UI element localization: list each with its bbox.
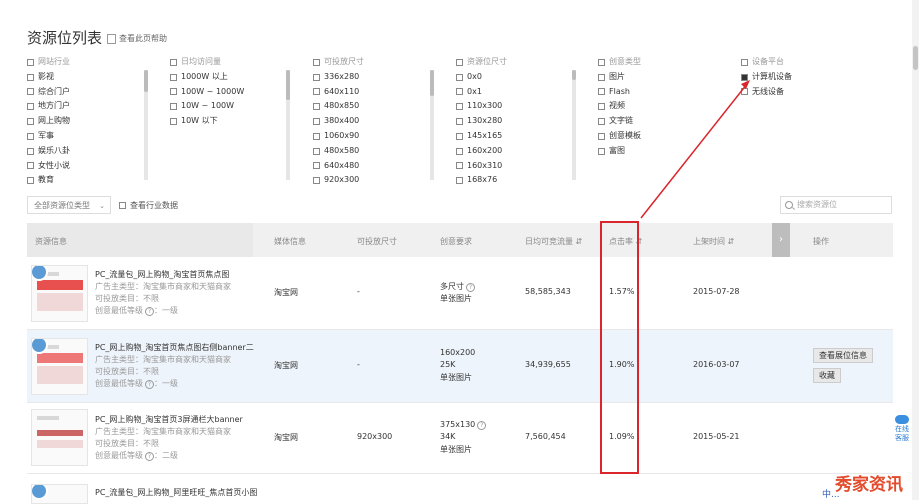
online-service-widget[interactable]: 在线 客服 xyxy=(892,415,912,443)
page-scrollbar[interactable] xyxy=(912,0,919,500)
scroll-thumb[interactable] xyxy=(913,46,918,70)
watermark: 秀家资讯 xyxy=(835,475,903,495)
chat-icon xyxy=(895,415,909,424)
watermark-sub: 中... xyxy=(822,490,840,500)
annotation-arrow-icon xyxy=(640,80,750,219)
